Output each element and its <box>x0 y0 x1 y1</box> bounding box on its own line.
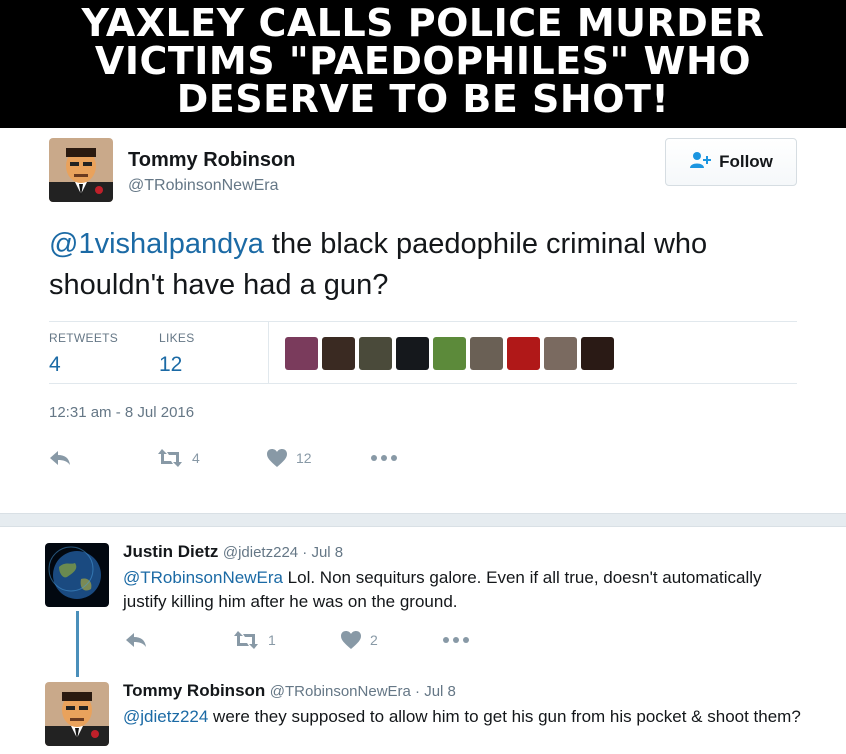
headline-banner: YAXLEY CALLS POLICE MURDER VICTIMS "PAED… <box>0 0 846 128</box>
reply-1-retweet-button[interactable]: 1 <box>233 627 276 653</box>
reply-mention-2[interactable]: @jdietz224 <box>123 707 208 726</box>
retweet-count: 4 <box>192 450 200 466</box>
reply-button[interactable] <box>49 445 71 471</box>
follow-button[interactable]: Follow <box>665 138 797 186</box>
reply-text-1: @TRobinsonNewEra Lol. Non sequiturs galo… <box>123 566 803 614</box>
headline-line-2: VICTIMS "PAEDOPHILES" WHO <box>94 39 752 83</box>
likes-stat[interactable]: LIKES 12 <box>159 331 195 377</box>
reply-author-name-1[interactable]: Justin Dietz <box>123 542 218 561</box>
retweets-label: RETWEETS <box>49 331 119 345</box>
liker-avatar[interactable] <box>359 337 392 370</box>
headline-line-3: DESERVE TO BE SHOT! <box>176 77 670 121</box>
headline-line-1: YAXLEY CALLS POLICE MURDER <box>81 1 765 45</box>
likes-count: 12 <box>159 353 183 376</box>
author-name[interactable]: Tommy Robinson <box>128 149 295 172</box>
retweet-button[interactable]: 4 <box>157 445 200 471</box>
reply-meta-1[interactable]: @jdietz224 · Jul 8 <box>223 544 343 561</box>
liker-avatar[interactable] <box>396 337 429 370</box>
reply-avatar-2[interactable] <box>45 682 109 746</box>
tweet-mention[interactable]: @1vishalpandya <box>49 228 264 260</box>
tweet-text: @1vishalpandya the black paedophile crim… <box>49 224 809 306</box>
reply-header-1: Justin Dietz @jdietz224 · Jul 8 <box>123 542 343 562</box>
heart-icon <box>267 449 287 467</box>
more-dots-icon <box>371 455 397 461</box>
liker-avatar[interactable] <box>285 337 318 370</box>
author-handle[interactable]: @TRobinsonNewEra <box>128 177 279 195</box>
liker-avatar[interactable] <box>470 337 503 370</box>
reply-1-like-button[interactable]: 2 <box>341 627 378 653</box>
reply-mention-1[interactable]: @TRobinsonNewEra <box>123 568 283 587</box>
liker-avatar[interactable] <box>507 337 540 370</box>
reply-icon <box>49 450 71 466</box>
more-button[interactable] <box>371 445 397 471</box>
thread-connector-line <box>76 611 79 677</box>
reply-header-2: Tommy Robinson @TRobinsonNewEra · Jul 8 <box>123 681 456 701</box>
retweets-stat[interactable]: RETWEETS 4 <box>49 331 118 377</box>
liker-avatar[interactable] <box>544 337 577 370</box>
reply-avatar-1[interactable] <box>45 543 109 607</box>
likes-label: LIKES <box>159 331 195 345</box>
tweet-stats: RETWEETS 4 LIKES 12 <box>49 321 797 384</box>
thread-separator <box>0 513 846 527</box>
liker-avatars <box>285 337 614 370</box>
reply-meta-2[interactable]: @TRobinsonNewEra · Jul 8 <box>270 683 456 700</box>
liker-avatar[interactable] <box>581 337 614 370</box>
reply-text-2: @jdietz224 were they supposed to allow h… <box>123 705 803 729</box>
reply-1-like-count: 2 <box>370 632 378 648</box>
retweet-icon <box>233 631 259 649</box>
reply-1-retweet-count: 1 <box>268 632 276 648</box>
retweets-count: 4 <box>49 353 61 376</box>
stats-divider <box>268 322 269 384</box>
follow-label: Follow <box>719 152 773 171</box>
liker-avatar[interactable] <box>433 337 466 370</box>
tweet-timestamp[interactable]: 12:31 am - 8 Jul 2016 <box>49 404 194 421</box>
add-user-icon <box>689 151 713 174</box>
retweet-icon <box>157 449 183 467</box>
tweet-actions: 4 12 <box>49 445 449 471</box>
more-dots-icon <box>443 637 469 643</box>
reply-body-2: were they supposed to allow him to get h… <box>208 707 801 726</box>
reply-actions-1: 1 2 <box>125 627 505 653</box>
like-count: 12 <box>296 450 312 466</box>
like-button[interactable]: 12 <box>267 445 312 471</box>
author-avatar[interactable] <box>49 138 113 202</box>
liker-avatar[interactable] <box>322 337 355 370</box>
reply-1-reply-button[interactable] <box>125 627 147 653</box>
reply-1-more-button[interactable] <box>443 627 469 653</box>
reply-icon <box>125 632 147 648</box>
reply-author-name-2[interactable]: Tommy Robinson <box>123 681 265 700</box>
heart-icon <box>341 631 361 649</box>
